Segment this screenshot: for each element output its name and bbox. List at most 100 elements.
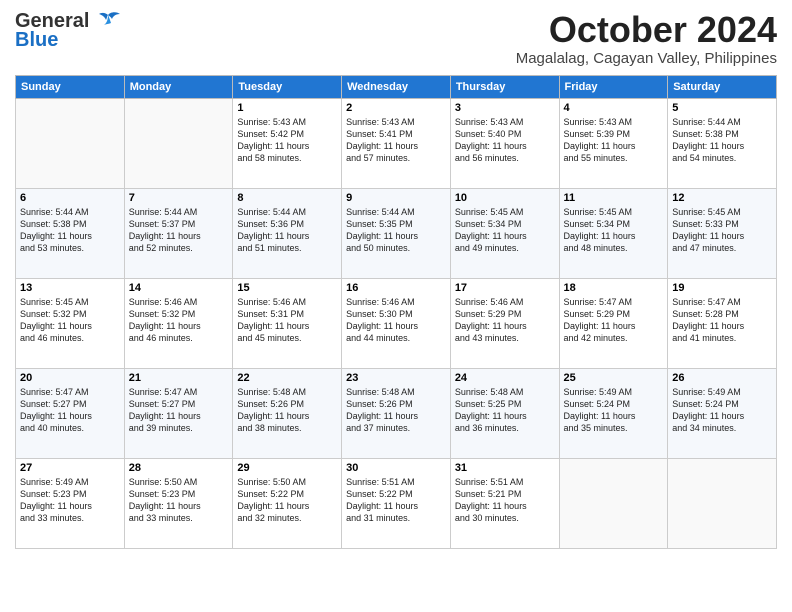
calendar-cell: 11 Sunrise: 5:45 AMSunset: 5:34 PMDayligh…	[559, 188, 668, 278]
weekday-header-sunday: Sunday	[16, 75, 125, 98]
day-info: Sunrise: 5:44 AMSunset: 5:38 PMDaylight:…	[672, 116, 772, 165]
calendar-cell: 4Sunrise: 5:43 AMSunset: 5:39 PMDaylight…	[559, 98, 668, 188]
day-number: 10	[455, 192, 555, 204]
day-number: 28	[129, 462, 229, 474]
day-info: Sunrise: 5:43 AMSunset: 5:39 PMDaylight:…	[564, 116, 664, 165]
day-info: Sunrise: 5:44 AMSunset: 5:38 PMDaylight:…	[20, 206, 120, 255]
logo-bird-icon	[94, 11, 122, 33]
day-number: 11	[564, 192, 664, 204]
day-number: 18	[564, 282, 664, 294]
day-info: Sunrise: 5:46 AMSunset: 5:31 PMDaylight:…	[237, 296, 337, 345]
day-info: Sunrise: 5:44 AMSunset: 5:37 PMDaylight:…	[129, 206, 229, 255]
day-number: 31	[455, 462, 555, 474]
day-info: Sunrise: 5:46 AMSunset: 5:29 PMDaylight:…	[455, 296, 555, 345]
day-number: 24	[455, 372, 555, 384]
day-info: Sunrise: 5:50 AMSunset: 5:22 PMDaylight:…	[237, 476, 337, 525]
day-number: 9	[346, 192, 446, 204]
day-number: 20	[20, 372, 120, 384]
day-info: Sunrise: 5:47 AMSunset: 5:27 PMDaylight:…	[129, 386, 229, 435]
day-info: Sunrise: 5:45 AMSunset: 5:32 PMDaylight:…	[20, 296, 120, 345]
calendar-cell: 2 Sunrise: 5:43 AMSunset: 5:41 PMDaylight…	[342, 98, 451, 188]
weekday-header-saturday: Saturday	[668, 75, 777, 98]
calendar-cell: 15 Sunrise: 5:46 AMSunset: 5:31 PMDayligh…	[233, 278, 342, 368]
day-number: 21	[129, 372, 229, 384]
calendar-cell: 18Sunrise: 5:47 AMSunset: 5:29 PMDayligh…	[559, 278, 668, 368]
day-number: 14	[129, 282, 229, 294]
day-number: 2	[346, 102, 446, 114]
day-info: Sunrise: 5:48 AMSunset: 5:25 PMDaylight:…	[455, 386, 555, 435]
calendar-cell: 24 Sunrise: 5:48 AMSunset: 5:25 PMDayligh…	[450, 368, 559, 458]
weekday-header-friday: Friday	[559, 75, 668, 98]
day-number: 26	[672, 372, 772, 384]
day-number: 1	[237, 102, 337, 114]
calendar-cell: 10Sunrise: 5:45 AMSunset: 5:34 PMDayligh…	[450, 188, 559, 278]
calendar-cell: 19 Sunrise: 5:47 AMSunset: 5:28 PMDayligh…	[668, 278, 777, 368]
location-subtitle: Magalalag, Cagayan Valley, Philippines	[516, 50, 777, 67]
day-info: Sunrise: 5:45 AMSunset: 5:33 PMDaylight:…	[672, 206, 772, 255]
day-info: Sunrise: 5:43 AMSunset: 5:40 PMDaylight:…	[455, 116, 555, 165]
day-number: 23	[346, 372, 446, 384]
day-info: Sunrise: 5:50 AMSunset: 5:23 PMDaylight:…	[129, 476, 229, 525]
calendar-cell: 7 Sunrise: 5:44 AMSunset: 5:37 PMDaylight…	[124, 188, 233, 278]
day-info: Sunrise: 5:43 AMSunset: 5:42 PMDaylight:…	[237, 116, 337, 165]
calendar-cell	[16, 98, 125, 188]
weekday-header-monday: Monday	[124, 75, 233, 98]
logo: General Blue	[15, 10, 122, 49]
week-row-0: 1 Sunrise: 5:43 AMSunset: 5:42 PMDaylight…	[16, 98, 777, 188]
day-info: Sunrise: 5:47 AMSunset: 5:28 PMDaylight:…	[672, 296, 772, 345]
day-info: Sunrise: 5:45 AMSunset: 5:34 PMDaylight:…	[564, 206, 664, 255]
calendar-cell: 28 Sunrise: 5:50 AMSunset: 5:23 PMDayligh…	[124, 458, 233, 548]
calendar-cell: 9 Sunrise: 5:44 AMSunset: 5:35 PMDaylight…	[342, 188, 451, 278]
day-info: Sunrise: 5:44 AMSunset: 5:36 PMDaylight:…	[237, 206, 337, 255]
calendar-cell: 17Sunrise: 5:46 AMSunset: 5:29 PMDayligh…	[450, 278, 559, 368]
calendar-cell	[668, 458, 777, 548]
calendar-cell	[124, 98, 233, 188]
weekday-header-tuesday: Tuesday	[233, 75, 342, 98]
day-number: 7	[129, 192, 229, 204]
calendar-cell: 26 Sunrise: 5:49 AMSunset: 5:24 PMDayligh…	[668, 368, 777, 458]
day-number: 15	[237, 282, 337, 294]
calendar-cell: 30Sunrise: 5:51 AMSunset: 5:22 PMDayligh…	[342, 458, 451, 548]
calendar-cell: 6Sunrise: 5:44 AMSunset: 5:38 PMDaylight…	[16, 188, 125, 278]
day-info: Sunrise: 5:49 AMSunset: 5:23 PMDaylight:…	[20, 476, 120, 525]
calendar-cell: 13Sunrise: 5:45 AMSunset: 5:32 PMDayligh…	[16, 278, 125, 368]
title-block: October 2024 Magalalag, Cagayan Valley, …	[516, 10, 777, 67]
calendar-cell: 3 Sunrise: 5:43 AMSunset: 5:40 PMDaylight…	[450, 98, 559, 188]
day-info: Sunrise: 5:46 AMSunset: 5:30 PMDaylight:…	[346, 296, 446, 345]
week-row-2: 13Sunrise: 5:45 AMSunset: 5:32 PMDayligh…	[16, 278, 777, 368]
day-info: Sunrise: 5:44 AMSunset: 5:35 PMDaylight:…	[346, 206, 446, 255]
header: General Blue October 2024 Magalalag, Cag…	[15, 10, 777, 67]
week-row-4: 27Sunrise: 5:49 AMSunset: 5:23 PMDayligh…	[16, 458, 777, 548]
weekday-header-thursday: Thursday	[450, 75, 559, 98]
day-info: Sunrise: 5:48 AMSunset: 5:26 PMDaylight:…	[237, 386, 337, 435]
calendar-cell: 29Sunrise: 5:50 AMSunset: 5:22 PMDayligh…	[233, 458, 342, 548]
day-number: 3	[455, 102, 555, 114]
day-info: Sunrise: 5:49 AMSunset: 5:24 PMDaylight:…	[564, 386, 664, 435]
calendar-cell: 14Sunrise: 5:46 AMSunset: 5:32 PMDayligh…	[124, 278, 233, 368]
day-number: 19	[672, 282, 772, 294]
day-info: Sunrise: 5:48 AMSunset: 5:26 PMDaylight:…	[346, 386, 446, 435]
calendar-cell: 20Sunrise: 5:47 AMSunset: 5:27 PMDayligh…	[16, 368, 125, 458]
calendar-cell: 27Sunrise: 5:49 AMSunset: 5:23 PMDayligh…	[16, 458, 125, 548]
day-number: 12	[672, 192, 772, 204]
page: General Blue October 2024 Magalalag, Cag…	[0, 0, 792, 612]
weekday-header-row: SundayMondayTuesdayWednesdayThursdayFrid…	[16, 75, 777, 98]
day-info: Sunrise: 5:49 AMSunset: 5:24 PMDaylight:…	[672, 386, 772, 435]
day-number: 25	[564, 372, 664, 384]
calendar-table: SundayMondayTuesdayWednesdayThursdayFrid…	[15, 75, 777, 549]
week-row-3: 20 Sunrise: 5:47 AMSunset: 5:27 PMDayligh…	[16, 368, 777, 458]
calendar-cell	[559, 458, 668, 548]
calendar-cell: 21 Sunrise: 5:47 AMSunset: 5:27 PMDayligh…	[124, 368, 233, 458]
calendar-cell: 23 Sunrise: 5:48 AMSunset: 5:26 PMDayligh…	[342, 368, 451, 458]
day-number: 8	[237, 192, 337, 204]
day-info: Sunrise: 5:43 AMSunset: 5:41 PMDaylight:…	[346, 116, 446, 165]
day-number: 30	[346, 462, 446, 474]
weekday-header-wednesday: Wednesday	[342, 75, 451, 98]
day-number: 16	[346, 282, 446, 294]
calendar-cell: 25 Sunrise: 5:49 AMSunset: 5:24 PMDayligh…	[559, 368, 668, 458]
calendar-header: SundayMondayTuesdayWednesdayThursdayFrid…	[16, 75, 777, 98]
calendar-cell: 1 Sunrise: 5:43 AMSunset: 5:42 PMDaylight…	[233, 98, 342, 188]
day-info: Sunrise: 5:51 AMSunset: 5:21 PMDaylight:…	[455, 476, 555, 525]
month-title: October 2024	[516, 10, 777, 50]
calendar-cell: 12 Sunrise: 5:45 AMSunset: 5:33 PMDayligh…	[668, 188, 777, 278]
